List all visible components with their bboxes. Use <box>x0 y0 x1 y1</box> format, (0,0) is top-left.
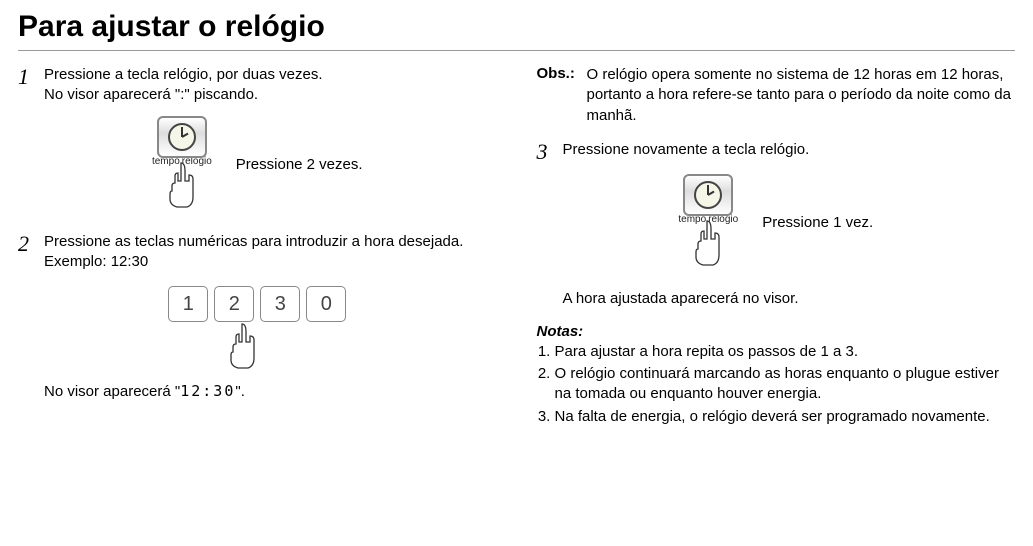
key-3: 3 <box>260 286 300 322</box>
keypad-illustration: 1 2 3 0 <box>18 286 497 370</box>
illustration-press-clock-once: tempo relógio Pressione 1 vez. <box>537 174 1016 272</box>
step-1-number: 1 <box>18 65 44 89</box>
step-1-body: Pressione a tecla relógio, por duas veze… <box>44 65 323 106</box>
step-2-body: Pressione as teclas numéricas para intro… <box>44 232 463 273</box>
clock-button <box>157 116 207 158</box>
step-3-text: Pressione novamente a tecla relógio. <box>563 140 810 160</box>
display-prefix: No visor aparecerá " <box>44 383 180 400</box>
step-2-number: 2 <box>18 232 44 256</box>
left-column: 1 Pressione a tecla relógio, por duas ve… <box>18 65 497 429</box>
note-3: Na falta de energia, o relógio deverá se… <box>555 407 1016 427</box>
key-1: 1 <box>168 286 208 322</box>
step-2-line-1: Pressione as teclas numéricas para intro… <box>44 232 463 252</box>
observation: Obs.: O relógio opera somente no sistema… <box>537 65 1016 126</box>
display-result: No visor aparecerá "12:30". <box>44 382 497 400</box>
obs-text: O relógio opera somente no sistema de 12… <box>587 65 1016 126</box>
key-0: 0 <box>306 286 346 322</box>
step-3-number: 3 <box>537 140 563 164</box>
step-2-line-2: Exemplo: 12:30 <box>44 252 463 272</box>
hand-icon <box>691 219 725 272</box>
notes-list: Para ajustar a hora repita os passos de … <box>537 342 1016 427</box>
clock-icon <box>168 123 196 151</box>
hand-icon <box>0 322 497 370</box>
press-2-caption: Pressione 2 vezes. <box>236 156 363 173</box>
page-title: Para ajustar o relógio <box>18 10 1015 51</box>
illustration-press-clock-twice: tempo relógio Pressione 2 vezes. <box>18 116 497 214</box>
step-1-line-1: Pressione a tecla relógio, por duas veze… <box>44 65 323 85</box>
clock-button-illustration: tempo relógio <box>678 174 738 272</box>
display-value: 12:30 <box>180 382 235 400</box>
press-1-caption: Pressione 1 vez. <box>762 214 873 231</box>
display-suffix: ". <box>235 383 245 400</box>
note-1: Para ajustar a hora repita os passos de … <box>555 342 1016 362</box>
right-column: Obs.: O relógio opera somente no sistema… <box>537 65 1016 429</box>
obs-label: Obs.: <box>537 65 587 82</box>
hand-icon <box>165 161 199 214</box>
step-1-line-2: No visor aparecerá ":" piscando. <box>44 85 323 105</box>
step-1: 1 Pressione a tecla relógio, por duas ve… <box>18 65 497 106</box>
step-3: 3 Pressione novamente a tecla relógio. <box>537 140 1016 164</box>
step-2: 2 Pressione as teclas numéricas para int… <box>18 232 497 273</box>
result-after-step-3: A hora ajustada aparecerá no visor. <box>563 290 1016 307</box>
clock-icon <box>694 181 722 209</box>
notes-title: Notas: <box>537 323 1016 340</box>
clock-button <box>683 174 733 216</box>
note-2: O relógio continuará marcando as horas e… <box>555 364 1016 405</box>
content-columns: 1 Pressione a tecla relógio, por duas ve… <box>18 65 1015 429</box>
clock-button-illustration: tempo relógio <box>152 116 212 214</box>
key-2: 2 <box>214 286 254 322</box>
